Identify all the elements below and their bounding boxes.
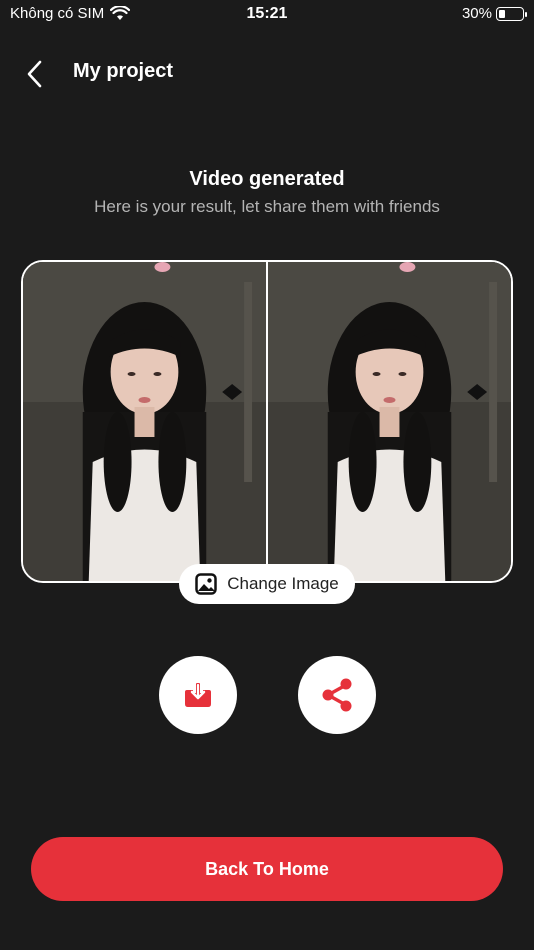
chevron-left-icon — [27, 60, 42, 88]
status-time: 15:21 — [246, 5, 288, 22]
battery-icon — [496, 6, 527, 21]
result-subtitle: Here is your result, let share them with… — [94, 197, 440, 216]
generated-image — [268, 262, 511, 581]
change-image-button[interactable]: Change Image — [179, 564, 355, 604]
portrait-illustration — [268, 262, 511, 581]
original-image — [23, 262, 266, 581]
status-bar: Không có SIM 15:21 30% — [0, 0, 534, 30]
screen: Không có SIM 15:21 30% My project Video … — [0, 0, 534, 950]
back-to-home-button[interactable]: Back To Home — [31, 837, 503, 901]
page-title: My project — [73, 60, 174, 82]
image-icon — [195, 573, 217, 595]
download-icon — [185, 683, 211, 707]
comparison-preview[interactable] — [21, 260, 513, 583]
result-title: Video generated — [189, 168, 345, 190]
battery-percent: 30% — [461, 5, 492, 22]
share-icon — [322, 678, 352, 712]
download-button[interactable] — [159, 656, 237, 734]
portrait-illustration — [23, 262, 266, 581]
change-image-label: Change Image — [227, 574, 339, 593]
status-right: 30% — [461, 5, 527, 22]
battery-level — [499, 9, 505, 18]
share-button[interactable] — [298, 656, 376, 734]
back-to-home-label: Back To Home — [205, 858, 329, 879]
back-button[interactable] — [18, 57, 52, 91]
